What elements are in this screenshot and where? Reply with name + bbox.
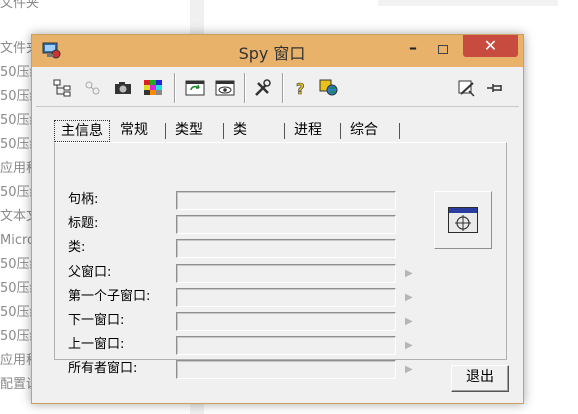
next-window-field[interactable] (176, 312, 396, 331)
tools-icon[interactable] (252, 78, 274, 98)
background-toolbar-edge (378, 0, 558, 6)
owner-window-field[interactable] (176, 360, 396, 379)
tab-divider (165, 123, 166, 139)
minimize-button[interactable]: – (403, 40, 423, 59)
globe-icon[interactable] (318, 78, 340, 98)
crosshair-icon (448, 207, 478, 233)
tab-general[interactable]: 常规 (114, 120, 154, 142)
list-item[interactable]: 文件夹 (0, 0, 60, 16)
maximize-button[interactable] (432, 41, 454, 59)
class-field[interactable] (176, 239, 396, 258)
maximize-icon (438, 45, 448, 54)
owner-window-label: 所有者窗口: (68, 361, 138, 376)
handle-field[interactable] (176, 191, 396, 210)
tree-icon[interactable] (52, 78, 74, 98)
tab-divider (223, 123, 224, 139)
first-child-label: 第一个子窗口: (68, 289, 151, 304)
tab-divider (399, 123, 400, 139)
parent-window-label: 父窗口: (68, 265, 112, 280)
window-icon[interactable] (82, 78, 104, 98)
pushpin-icon[interactable] (484, 78, 506, 98)
tab-type[interactable]: 类型 (169, 120, 209, 142)
title-label: 标题: (68, 216, 99, 231)
finder-tool[interactable] (434, 191, 492, 249)
refresh-icon[interactable] (184, 78, 206, 98)
parent-window-arrow-icon[interactable]: ▶ (405, 264, 413, 283)
eye-icon[interactable] (214, 78, 236, 98)
first-child-field[interactable] (176, 288, 396, 307)
close-button[interactable]: ✕ (463, 35, 518, 57)
previous-window-label: 上一窗口: (68, 337, 125, 352)
owner-window-arrow-icon[interactable]: ▶ (405, 360, 413, 379)
pin-window-icon[interactable] (456, 78, 478, 98)
tab-divider (340, 123, 341, 139)
window-title: Spy 窗口 (238, 44, 306, 63)
tab-composite[interactable]: 综合 (344, 120, 384, 142)
next-window-label: 下一窗口: (68, 313, 125, 328)
tab-process[interactable]: 进程 (288, 120, 328, 142)
previous-window-arrow-icon[interactable]: ▶ (405, 336, 413, 355)
title-field[interactable] (176, 215, 396, 234)
window-client: ? 主信息 常规 类型 类 进程 综合 句柄: 标题: 类: 父窗口: ▶ 第一… (36, 67, 519, 399)
toolbar-separator (282, 73, 284, 103)
next-window-arrow-icon[interactable]: ▶ (405, 312, 413, 331)
tab-divider (284, 123, 285, 139)
spy-app-icon (42, 41, 62, 59)
svg-text:?: ? (296, 80, 305, 97)
tab-class[interactable]: 类 (227, 120, 253, 142)
previous-window-field[interactable] (176, 336, 396, 355)
first-child-arrow-icon[interactable]: ▶ (405, 288, 413, 307)
exit-button[interactable]: 退出 (451, 365, 509, 392)
handle-label: 句柄: (68, 192, 99, 207)
spy-window: Spy 窗口 – ✕ ? 主信息 常规 类型 类 进程 综合 句柄: 标题: 类… (31, 34, 524, 404)
title-bar[interactable]: Spy 窗口 – ✕ (32, 35, 523, 67)
parent-window-field[interactable] (176, 264, 396, 283)
toolbar-separator (244, 73, 246, 103)
class-label: 类: (68, 240, 86, 255)
toolbar: ? (36, 67, 519, 107)
camera-icon[interactable] (112, 78, 134, 98)
help-icon[interactable]: ? (290, 78, 312, 98)
tab-main-info[interactable]: 主信息 (54, 120, 110, 142)
toolbar-separator (174, 73, 176, 103)
color-grid-icon[interactable] (142, 78, 164, 98)
